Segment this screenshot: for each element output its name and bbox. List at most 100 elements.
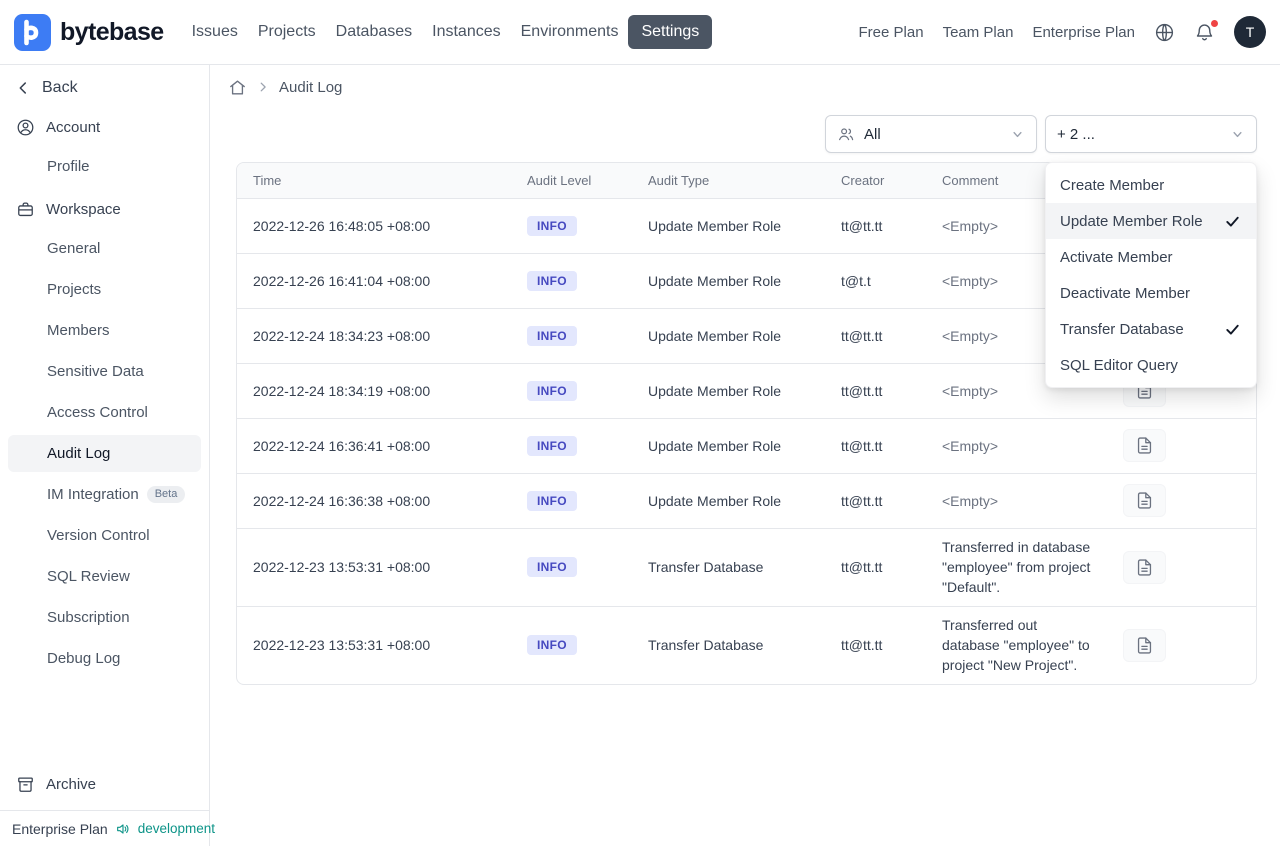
team-plan-link[interactable]: Team Plan xyxy=(943,24,1014,41)
sidebar-item-general[interactable]: General xyxy=(8,230,201,267)
sidebar-item-sql-review[interactable]: SQL Review xyxy=(8,558,201,595)
audit-level-badge: INFO xyxy=(527,635,577,656)
audit-type-filter-select[interactable]: + 2 ... xyxy=(1045,115,1257,153)
audit-level-badge: INFO xyxy=(527,557,577,577)
home-icon[interactable] xyxy=(228,78,247,97)
breadcrumb-audit-log[interactable]: Audit Log xyxy=(279,79,342,96)
notification-bell-icon[interactable] xyxy=(1194,18,1219,43)
nav-databases[interactable]: Databases xyxy=(326,15,423,49)
main-content: Audit Log All + 2 ... Time Audit Level A… xyxy=(210,65,1280,846)
audit-log-row: 2022-12-23 13:53:31 +08:00 INFO Transfer… xyxy=(237,606,1256,684)
nav-issues[interactable]: Issues xyxy=(182,15,248,49)
menu-item-create-member[interactable]: Create Member xyxy=(1046,167,1256,203)
audit-log-row: 2022-12-24 16:36:38 +08:00 INFO Update M… xyxy=(237,473,1256,529)
briefcase-icon xyxy=(16,200,35,219)
cell-time: 2022-12-24 18:34:19 +08:00 xyxy=(237,363,511,419)
translate-icon[interactable] xyxy=(1154,22,1175,43)
cell-creator: tt@tt.tt xyxy=(825,363,926,419)
audit-level-badge: INFO xyxy=(527,380,577,401)
nav-projects[interactable]: Projects xyxy=(248,15,326,49)
free-plan-link[interactable]: Free Plan xyxy=(859,24,924,41)
cell-audit-type: Transfer Database xyxy=(648,637,764,654)
sidebar-item-sensitive-data[interactable]: Sensitive Data xyxy=(8,353,201,390)
sidebar-item-profile[interactable]: Profile xyxy=(8,148,201,185)
audit-level-badge: INFO xyxy=(527,490,577,511)
breadcrumb: Audit Log xyxy=(228,75,1257,99)
cell-time: 2022-12-23 13:53:31 +08:00 xyxy=(253,637,431,654)
current-plan-label: Enterprise Plan xyxy=(12,820,108,837)
sidebar-item-version-control[interactable]: Version Control xyxy=(8,517,201,554)
filter-bar: All + 2 ... xyxy=(236,115,1257,153)
avatar[interactable]: T xyxy=(1234,16,1266,48)
nav-instances[interactable]: Instances xyxy=(422,15,510,49)
section-account-label: Account xyxy=(46,119,101,136)
cell-comment: <Empty> xyxy=(926,418,1107,474)
sidebar-item-subscription[interactable]: Subscription xyxy=(8,599,201,636)
cell-audit-type: Update Member Role xyxy=(632,418,825,474)
menu-item-update-member-role[interactable]: Update Member Role xyxy=(1046,203,1256,239)
creator-filter-select[interactable]: All xyxy=(825,115,1037,153)
creator-filter-value: All xyxy=(864,125,881,143)
sidebar-item-members[interactable]: Members xyxy=(8,312,201,349)
audit-level-badge: INFO xyxy=(527,215,577,236)
sidebar-item-projects[interactable]: Projects xyxy=(8,271,201,308)
cell-creator: tt@tt.tt xyxy=(825,308,926,364)
cell-creator: tt@tt.tt xyxy=(825,418,926,474)
sidebar-item-audit-log[interactable]: Audit Log xyxy=(8,435,201,472)
cell-time: 2022-12-24 16:36:38 +08:00 xyxy=(237,473,511,529)
cell-comment: <Empty> xyxy=(926,473,1107,529)
back-label: Back xyxy=(42,79,78,96)
back-button[interactable]: Back xyxy=(8,71,201,105)
chevron-down-icon xyxy=(1010,127,1025,142)
bytebase-logo[interactable]: bytebase xyxy=(14,13,164,51)
export-log-button[interactable] xyxy=(1123,429,1166,462)
enterprise-plan-link[interactable]: Enterprise Plan xyxy=(1032,24,1135,41)
nav-settings[interactable]: Settings xyxy=(628,15,713,49)
cell-creator: t@t.t xyxy=(825,253,926,309)
document-icon xyxy=(1137,437,1152,454)
sidebar-item-label: Version Control xyxy=(47,527,150,544)
sidebar-item-im-integration[interactable]: IM Integration Beta xyxy=(8,476,201,513)
sidebar-item-label: Access Control xyxy=(47,404,148,421)
audit-log-row: 2022-12-24 16:36:41 +08:00 INFO Update M… xyxy=(237,418,1256,474)
export-log-button[interactable] xyxy=(1123,628,1166,662)
sidebar-item-label: Subscription xyxy=(47,609,130,626)
bytebase-logo-icon xyxy=(14,13,51,51)
speaker-icon xyxy=(115,821,131,837)
export-log-button[interactable] xyxy=(1123,484,1166,517)
cell-time: 2022-12-26 16:41:04 +08:00 xyxy=(237,253,511,309)
top-navigation: bytebase Issues Projects Databases Insta… xyxy=(0,0,1280,65)
menu-item-transfer-database[interactable]: Transfer Database xyxy=(1046,311,1256,347)
environment-label[interactable]: development xyxy=(138,821,215,836)
brand-name: bytebase xyxy=(60,17,164,46)
sidebar-item-access-control[interactable]: Access Control xyxy=(8,394,201,431)
document-icon xyxy=(1137,637,1152,654)
cell-comment: Transferred out database "employee" to p… xyxy=(942,617,1090,674)
sidebar-item-label: SQL Review xyxy=(47,568,130,585)
beta-badge: Beta xyxy=(146,486,186,503)
cell-audit-type: Update Member Role xyxy=(632,308,825,364)
cell-audit-type: Update Member Role xyxy=(632,363,825,419)
cell-creator: tt@tt.tt xyxy=(825,528,926,607)
menu-item-label: Create Member xyxy=(1060,176,1165,194)
audit-type-filter-value: + 2 ... xyxy=(1057,125,1095,143)
audit-level-badge: INFO xyxy=(527,270,577,291)
cell-creator: tt@tt.tt xyxy=(841,637,883,654)
menu-item-sql-editor-query[interactable]: SQL Editor Query xyxy=(1046,347,1256,383)
menu-item-deactivate-member[interactable]: Deactivate Member xyxy=(1046,275,1256,311)
menu-item-label: Activate Member xyxy=(1060,248,1173,266)
menu-item-activate-member[interactable]: Activate Member xyxy=(1046,239,1256,275)
cell-time: 2022-12-24 16:36:41 +08:00 xyxy=(237,418,511,474)
sidebar-item-label: General xyxy=(47,240,101,257)
sidebar-item-debug-log[interactable]: Debug Log xyxy=(8,640,201,677)
sidebar-item-label: Members xyxy=(47,322,110,339)
sidebar-item-archive[interactable]: Archive xyxy=(8,764,201,804)
menu-item-label: Update Member Role xyxy=(1060,212,1203,230)
audit-level-badge: INFO xyxy=(527,325,577,346)
section-account: Account xyxy=(8,109,201,146)
menu-item-label: SQL Editor Query xyxy=(1060,356,1178,374)
menu-item-label: Transfer Database xyxy=(1060,320,1184,338)
export-log-button[interactable] xyxy=(1123,550,1166,584)
nav-environments[interactable]: Environments xyxy=(511,15,629,49)
